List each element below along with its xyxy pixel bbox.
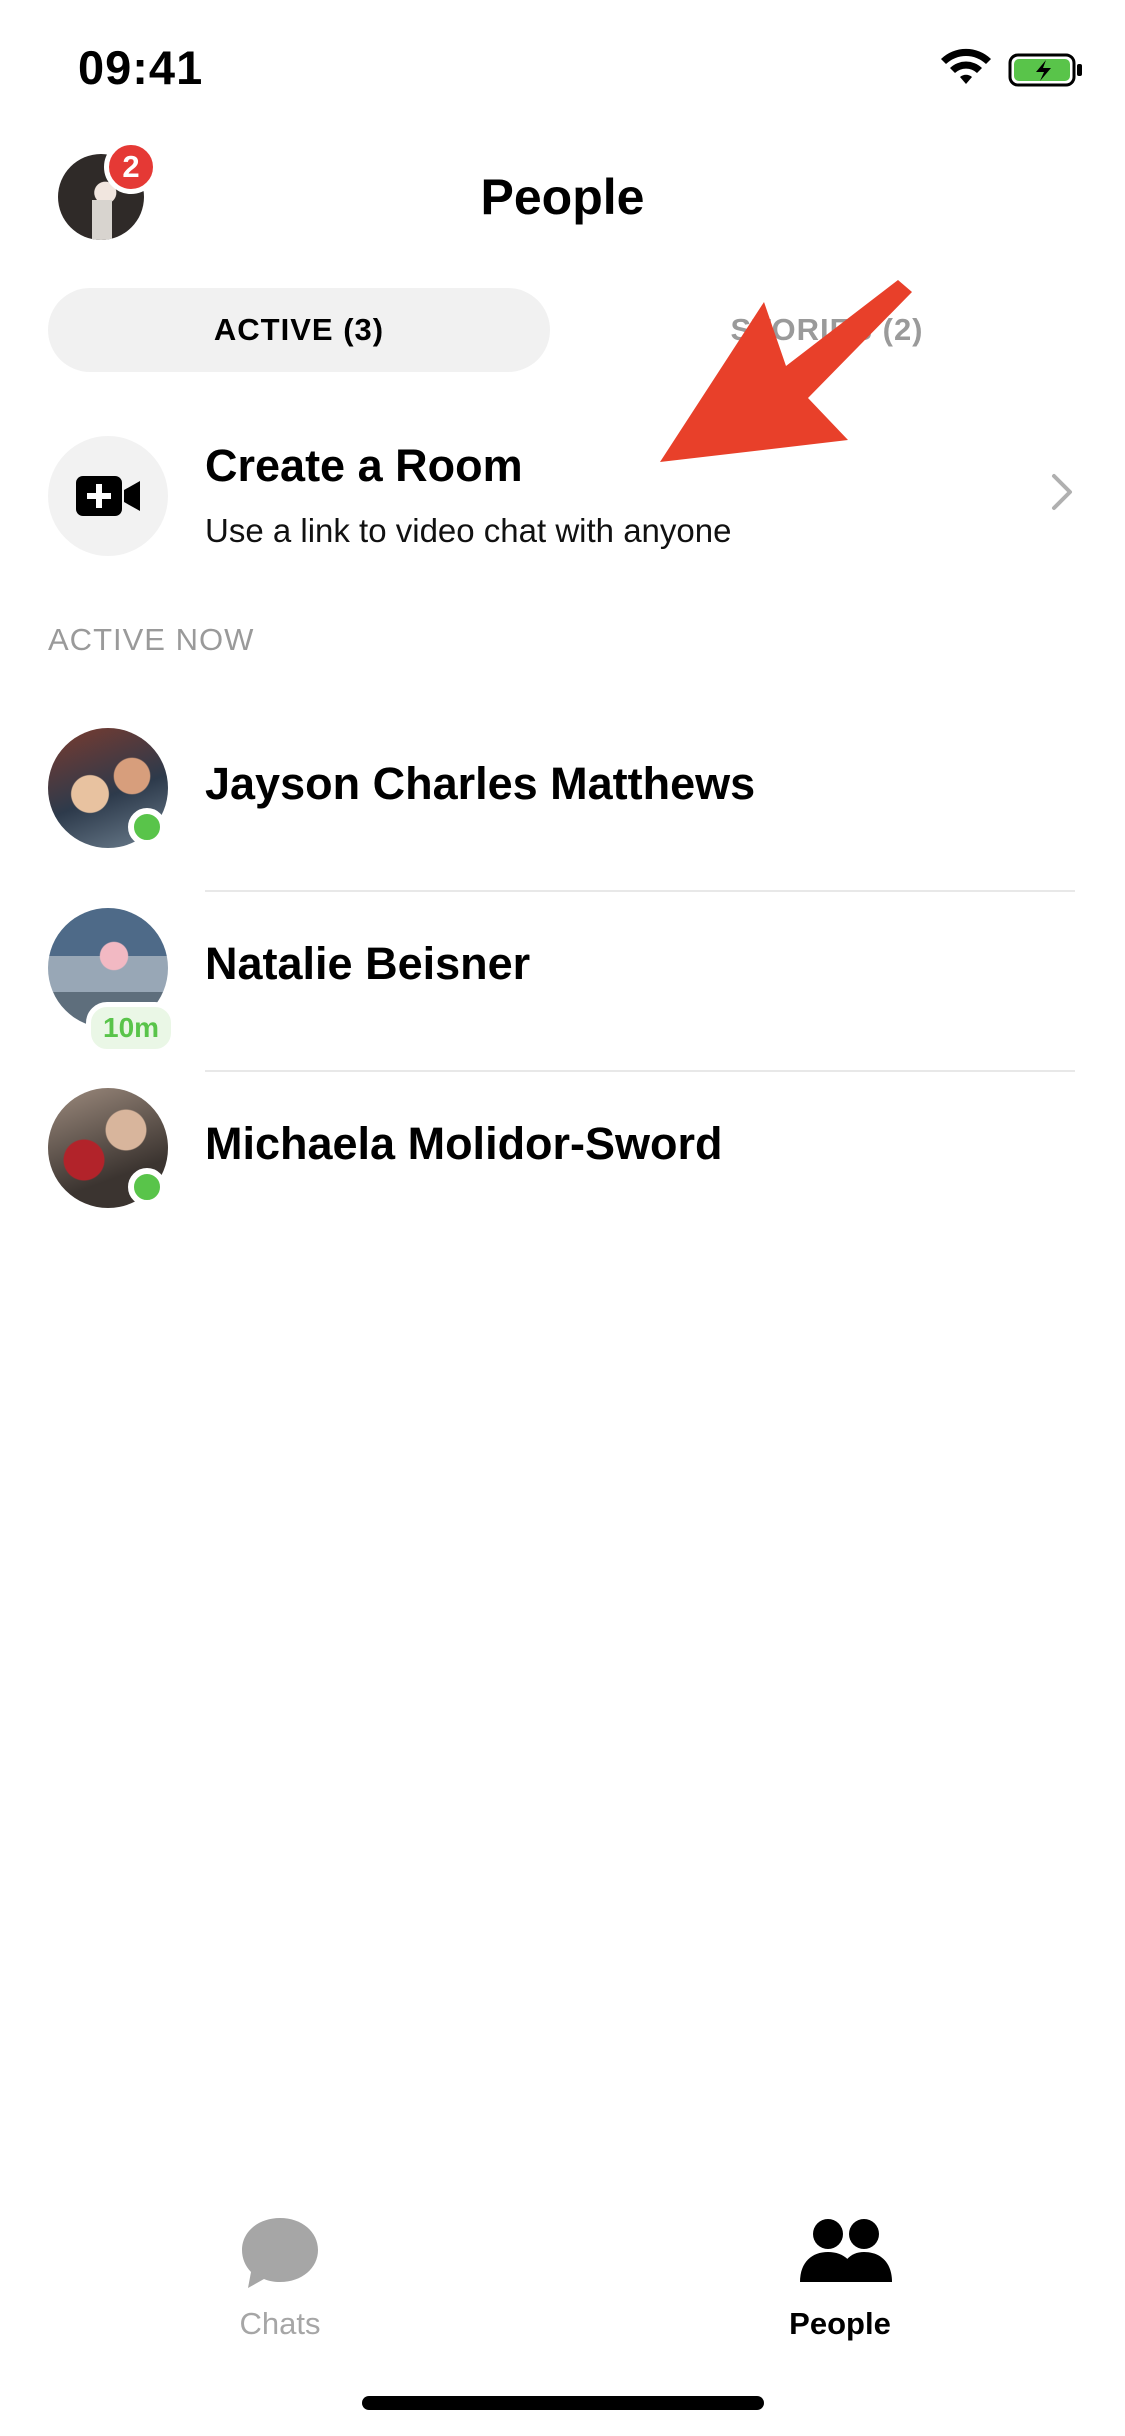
people-icon: [800, 2219, 892, 2282]
person-name: Jayson Charles Matthews: [205, 758, 756, 809]
person-row[interactable]: 10m Natalie Beisner: [0, 892, 1125, 1072]
section-label-active-now: ACTIVE NOW: [48, 622, 255, 657]
page-title: People: [480, 169, 645, 225]
bottom-tab-bar: Chats People: [0, 2200, 1125, 2360]
create-room-title: Create a Room: [205, 440, 523, 491]
chat-bubble-icon: [242, 2218, 318, 2288]
create-room-icon: [48, 436, 168, 556]
status-time: 09:41: [78, 41, 204, 94]
battery-icon: [1008, 53, 1082, 87]
video-plus-icon: [76, 476, 140, 516]
create-room-row[interactable]: Create a Room Use a link to video chat w…: [0, 420, 1125, 570]
create-room-subtitle: Use a link to video chat with anyone: [205, 512, 732, 549]
wifi-icon: [941, 48, 991, 84]
online-indicator: [128, 808, 166, 846]
arrow-annotation: [660, 280, 912, 462]
tab-people[interactable]: People: [700, 2200, 980, 2341]
tab-chats-label: Chats: [239, 2306, 321, 2341]
home-indicator: [362, 2396, 764, 2410]
header: 2 People: [0, 140, 1125, 260]
people-list: Jayson Charles Matthews 10m Natalie Beis…: [0, 712, 1125, 1252]
person-name: Natalie Beisner: [205, 938, 531, 989]
person-name: Michaela Molidor-Sword: [205, 1118, 723, 1169]
tab-active[interactable]: ACTIVE (3): [48, 288, 550, 372]
chevron-right-icon: [1052, 474, 1072, 510]
online-indicator: [128, 1168, 166, 1206]
last-active-badge: 10m: [86, 1002, 177, 1054]
person-row[interactable]: Jayson Charles Matthews: [0, 712, 1125, 892]
tab-chats[interactable]: Chats: [140, 2200, 420, 2341]
tab-people-label: People: [789, 2306, 891, 2341]
segmented-control: ACTIVE (3) STORIES (2): [48, 288, 1078, 372]
status-bar: 09:41: [0, 0, 1125, 140]
person-row[interactable]: Michaela Molidor-Sword: [0, 1072, 1125, 1252]
